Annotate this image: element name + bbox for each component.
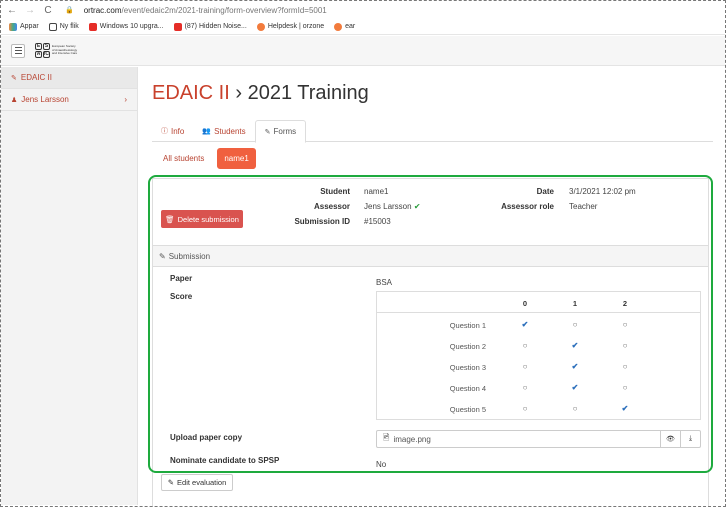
logo-letter: E: [35, 43, 42, 50]
lock-icon: 🔒: [65, 7, 74, 14]
forward-button[interactable]: →: [25, 5, 35, 16]
sidebar-item-user[interactable]: ♟ Jens Larsson ›: [1, 89, 137, 111]
tab-label: Forms: [273, 127, 297, 136]
info-icon: ⓘ: [161, 128, 168, 135]
page-title: EDAIC II › 2021 Training: [152, 82, 369, 105]
bookmark-hidden-noise[interactable]: (87) Hidden Noise...: [173, 22, 247, 31]
bookmark-helpdesk[interactable]: Helpdesk | orzone: [256, 22, 325, 31]
reload-button[interactable]: C: [43, 5, 53, 16]
bookmark-apps[interactable]: Appar: [9, 22, 39, 31]
pill-all-students[interactable]: All students: [156, 149, 211, 168]
sidebar-item-label: Jens Larsson: [21, 95, 69, 104]
bookmarks-bar: Appar Ny flik Windows 10 upgra... (87) H…: [1, 19, 725, 35]
tab-info[interactable]: ⓘ Info: [152, 120, 193, 142]
edit-icon: ✎: [264, 128, 271, 136]
student-pills: All students name1: [156, 148, 256, 169]
edit-icon: ✎: [11, 74, 17, 82]
menu-icon[interactable]: [11, 43, 25, 58]
bookmark-label: Windows 10 upgra...: [99, 23, 164, 30]
youtube-icon: [88, 22, 97, 31]
bookmark-label: Helpdesk | orzone: [267, 23, 325, 30]
bookmark-label: Ny flik: [59, 23, 79, 30]
edit-evaluation-button[interactable]: ✎ Edit evaluation: [161, 474, 233, 491]
url-path: /event/edaic2m/2021-training/form-overvi…: [121, 5, 327, 15]
tab-label: Info: [171, 126, 185, 136]
tab-forms[interactable]: ✎ Forms: [254, 120, 307, 143]
hubspot-icon: [256, 22, 265, 31]
logo-letter: S: [43, 43, 50, 50]
bookmark-label: Appar: [20, 23, 39, 30]
back-button[interactable]: ←: [7, 5, 17, 16]
logo-letter: IC: [43, 51, 50, 58]
logo[interactable]: E S A IC European Society of Anaesthesio…: [35, 43, 78, 58]
bookmark-ear[interactable]: ear: [334, 22, 356, 31]
bookmark-label: (87) Hidden Noise...: [184, 23, 247, 30]
logo-letter: A: [35, 51, 42, 58]
pencil-icon: ✎: [167, 478, 175, 487]
bookmark-label: ear: [345, 23, 356, 30]
chevron-right-icon: ›: [124, 95, 127, 104]
sidebar-item-label: EDAIC II: [20, 73, 52, 82]
breadcrumb-current: › 2021 Training: [229, 82, 369, 104]
breadcrumb-event[interactable]: EDAIC II: [152, 82, 230, 104]
hubspot-icon: [334, 22, 343, 31]
sidebar: ✎ EDAIC II ♟ Jens Larsson ›: [1, 67, 138, 505]
bookmark-windows[interactable]: Windows 10 upgra...: [88, 22, 164, 31]
url-field[interactable]: ortrac.com/event/edaic2m/2021-training/f…: [84, 6, 327, 15]
youtube-icon: [173, 22, 182, 31]
tab-bar: ⓘ Info 👥 Students ✎ Forms: [152, 120, 713, 143]
logo-text: European Society of Anaesthesiology and …: [52, 44, 78, 56]
highlight-box: [148, 175, 713, 473]
globe-icon: [48, 22, 57, 31]
bookmark-new-tab[interactable]: Ny flik: [48, 22, 79, 31]
pill-name1[interactable]: name1: [217, 148, 256, 169]
sidebar-item-edaic[interactable]: ✎ EDAIC II: [1, 67, 137, 89]
edit-label: Edit evaluation: [177, 478, 227, 487]
tab-label: Students: [214, 126, 246, 136]
tab-students[interactable]: 👥 Students: [193, 120, 254, 142]
users-icon: 👥: [202, 128, 212, 135]
app-header: E S A IC European Society of Anaesthesio…: [1, 36, 725, 66]
apps-icon: [9, 22, 17, 31]
url-host: ortrac.com: [83, 5, 122, 15]
logo-mark: E S A IC: [35, 43, 50, 58]
address-bar: ← → C 🔒 ortrac.com/event/edaic2m/2021-tr…: [1, 1, 725, 19]
user-icon: ♟: [11, 96, 18, 104]
